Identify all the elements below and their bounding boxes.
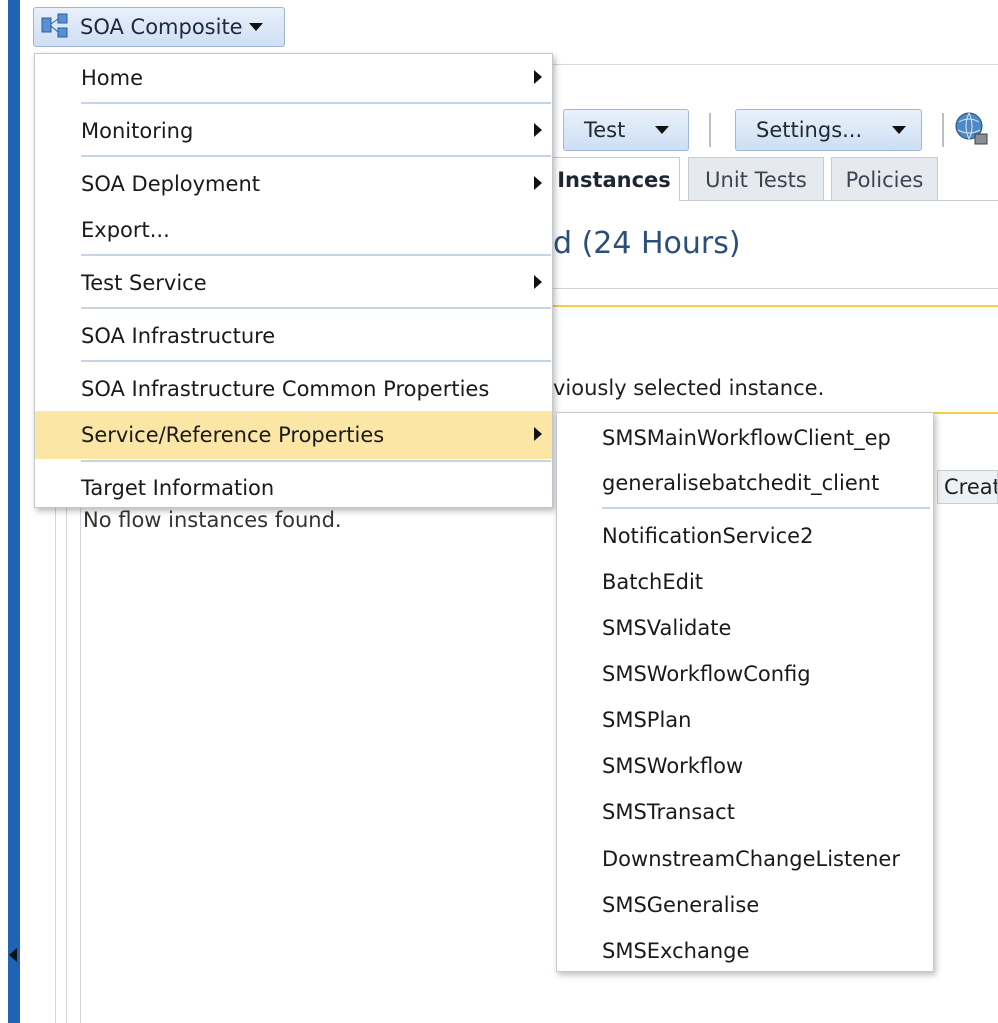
menu-item-label: SOA Deployment — [81, 172, 260, 196]
menu-item-label: SOA Infrastructure — [81, 324, 276, 348]
menu-item-export[interactable]: Export... — [35, 206, 552, 254]
submenu-item[interactable]: SMSValidate — [602, 616, 731, 640]
menu-item-label: Service/Reference Properties — [81, 423, 385, 447]
left-margin — [0, 0, 8, 1023]
section-rule — [553, 288, 998, 289]
header-rule — [553, 64, 998, 65]
submenu-item[interactable]: SMSWorkflowConfig — [602, 662, 811, 686]
menu-item-service-reference-properties[interactable]: Service/Reference Properties — [35, 411, 552, 459]
toolbar-separator — [942, 113, 944, 147]
tab-policies-label: Policies — [845, 167, 924, 192]
page-guide-line — [66, 500, 67, 1023]
accent-rule — [934, 412, 998, 414]
tab-instances-label: Instances — [557, 167, 671, 192]
menu-item-soa-infrastructure-common-properties[interactable]: SOA Infrastructure Common Properties — [35, 365, 552, 413]
chevron-down-icon — [655, 126, 670, 134]
chevron-down-icon — [892, 126, 907, 134]
submenu-item[interactable]: SMSWorkflow — [602, 754, 743, 778]
tab-strip-rule — [680, 200, 998, 201]
menu-item-soa-deployment[interactable]: SOA Deployment — [35, 160, 552, 208]
menu-separator — [81, 102, 551, 104]
navigator-splitter[interactable] — [8, 0, 20, 1023]
menu-item-label: Monitoring — [81, 119, 194, 143]
chevron-right-icon — [534, 70, 542, 84]
accent-rule — [553, 305, 998, 307]
submenu-item[interactable]: SMSExchange — [602, 939, 749, 963]
submenu-item[interactable]: generalisebatchedit_client — [602, 471, 879, 495]
chevron-right-icon — [534, 427, 542, 441]
submenu-item[interactable]: SMSTransact — [602, 800, 735, 824]
globe-icon[interactable] — [953, 110, 991, 148]
menu-item-label: Home — [81, 66, 144, 90]
test-button-label: Test — [584, 118, 626, 142]
menu-item-label: SOA Infrastructure Common Properties — [81, 377, 490, 401]
soa-composite-label: SOA Composite — [80, 15, 243, 39]
menu-item-label: Export... — [81, 218, 170, 242]
menu-item-soa-infrastructure[interactable]: SOA Infrastructure — [35, 312, 552, 360]
menu-separator — [81, 307, 551, 309]
tab-instances[interactable]: Instances — [548, 157, 680, 201]
toolbar-separator — [709, 113, 711, 147]
menu-item-target-information[interactable]: Target Information — [35, 464, 552, 512]
submenu-item[interactable]: BatchEdit — [602, 570, 703, 594]
table-left-border — [80, 500, 81, 1023]
info-text: viously selected instance. — [553, 376, 825, 400]
soa-composite-dropdown-menu: Home Monitoring SOA Deployment Export...… — [34, 53, 553, 508]
menu-item-home[interactable]: Home — [35, 54, 552, 102]
chevron-right-icon — [534, 176, 542, 190]
submenu-item[interactable]: SMSPlan — [602, 708, 691, 732]
service-reference-submenu: SMSMainWorkflowClient_ep generalisebatch… — [556, 412, 934, 972]
submenu-item[interactable]: DownstreamChangeListener — [602, 847, 900, 871]
menu-separator — [81, 155, 551, 157]
chevron-right-icon — [534, 123, 542, 137]
page-heading: d (24 Hours) — [553, 226, 741, 261]
menu-separator — [81, 460, 551, 462]
collapse-arrow-icon[interactable] — [9, 948, 17, 962]
column-header-label: Creat — [944, 475, 998, 499]
menu-item-monitoring[interactable]: Monitoring — [35, 107, 552, 155]
menu-separator — [81, 254, 551, 256]
settings-button-label: Settings... — [756, 118, 863, 142]
chevron-right-icon — [534, 275, 542, 289]
tab-unit-tests-label: Unit Tests — [705, 167, 807, 192]
settings-button[interactable]: Settings... — [735, 109, 922, 151]
column-header-created[interactable]: Creat — [937, 470, 998, 504]
composite-icon — [41, 13, 68, 38]
submenu-item[interactable]: SMSGeneralise — [602, 893, 759, 917]
tab-unit-tests[interactable]: Unit Tests — [688, 157, 824, 201]
menu-item-label: Target Information — [81, 476, 275, 500]
page-guide-line — [55, 500, 56, 1023]
submenu-item[interactable]: NotificationService2 — [602, 524, 813, 548]
menu-item-test-service[interactable]: Test Service — [35, 259, 552, 307]
tab-policies[interactable]: Policies — [831, 157, 938, 201]
soa-composite-menu-button[interactable]: SOA Composite — [33, 7, 285, 47]
menu-separator — [81, 360, 551, 362]
test-button[interactable]: Test — [563, 109, 689, 151]
submenu-item[interactable]: SMSMainWorkflowClient_ep — [602, 426, 891, 450]
menu-separator — [602, 507, 930, 509]
menu-item-label: Test Service — [81, 271, 207, 295]
chevron-down-icon — [248, 23, 263, 31]
